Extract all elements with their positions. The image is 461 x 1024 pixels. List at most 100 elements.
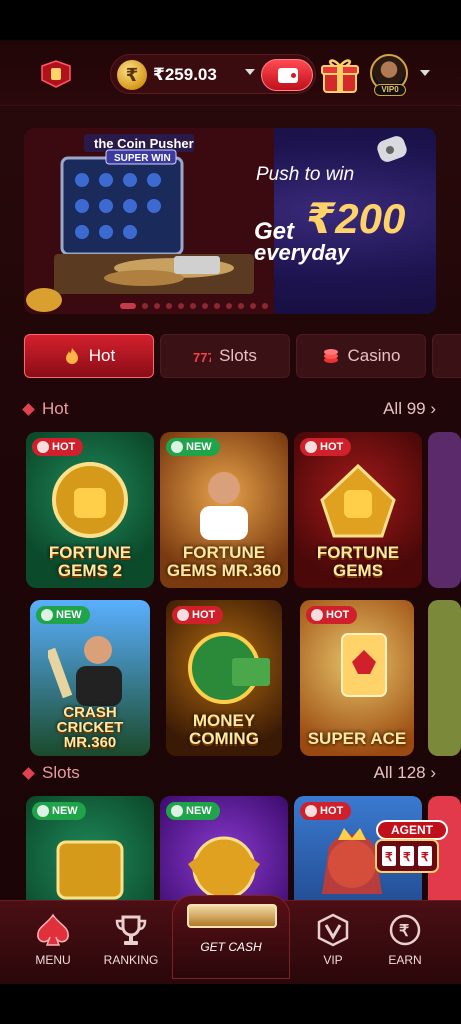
coin-pusher-machine-image: the Coin Pusher SUPER WIN xyxy=(24,128,274,314)
pagination-dot[interactable] xyxy=(166,303,172,309)
flame-icon xyxy=(65,348,78,364)
system-navigation-bar xyxy=(0,984,461,1024)
tab-label: Casino xyxy=(347,346,401,365)
banner-headline: Push to win xyxy=(256,164,355,185)
svg-text:₹: ₹ xyxy=(399,923,409,940)
pagination-dot[interactable] xyxy=(154,303,160,309)
game-card-partial[interactable] xyxy=(428,600,461,756)
game-card[interactable]: HOT MONEY COMING xyxy=(166,600,282,756)
agent-label: AGENT xyxy=(376,820,448,840)
pagination-dot[interactable] xyxy=(202,303,208,309)
new-badge: NEW xyxy=(166,802,220,820)
status-bar xyxy=(0,0,461,40)
gift-icon[interactable] xyxy=(320,56,360,94)
svg-text:SUPER WIN: SUPER WIN xyxy=(114,153,171,164)
section-header-hot: Hot All 99 › xyxy=(22,398,436,422)
car-key-icon xyxy=(377,136,407,162)
banner-everyday-text: everyday xyxy=(254,240,350,265)
vip-crown-icon xyxy=(317,913,349,947)
nav-label: VIP xyxy=(323,953,343,967)
chevron-down-icon[interactable] xyxy=(420,70,430,76)
game-card[interactable]: NEW FORTUNE GEMS MR.360 xyxy=(160,432,288,588)
game-card[interactable]: HOT FORTUNE GEMS xyxy=(294,432,422,588)
diamond-bullet-icon xyxy=(22,767,35,780)
pagination-dot[interactable] xyxy=(190,303,196,309)
pagination-dot[interactable] xyxy=(142,303,148,309)
agent-floating-button[interactable]: AGENT ₹ ₹ ₹ xyxy=(372,816,458,876)
nav-vip[interactable]: VIP xyxy=(298,913,368,977)
app-logo-icon[interactable] xyxy=(38,60,74,88)
game-card[interactable]: HOT SUPER ACE xyxy=(300,600,414,756)
treasure-chest-icon xyxy=(187,904,277,928)
banner-amount: ₹200 xyxy=(306,195,406,242)
golden-mask-image xyxy=(56,840,124,900)
pagination-dot[interactable] xyxy=(238,303,244,309)
section-title: Slots xyxy=(42,763,80,782)
money-wheel-image xyxy=(188,632,270,704)
golden-elephant-image xyxy=(188,836,260,900)
tab-label: Slots xyxy=(219,346,257,365)
game-title: SUPER ACE xyxy=(307,729,407,748)
top-header: ₹ ₹259.03 VIP0 xyxy=(0,40,461,106)
game-title: MONEY COMING xyxy=(189,711,259,748)
wallet-icon xyxy=(278,68,298,83)
tab-label: Hot xyxy=(88,346,116,365)
svg-text:₹: ₹ xyxy=(421,850,429,864)
tab-slots[interactable]: 777 Slots xyxy=(160,334,290,378)
nav-earn[interactable]: ₹ EARN xyxy=(370,913,440,977)
hot-badge: HOT xyxy=(306,606,358,624)
hot-badge: HOT xyxy=(300,438,352,456)
golden-mask-image xyxy=(320,463,396,538)
hot-badge: HOT xyxy=(172,606,224,624)
pagination-dot[interactable] xyxy=(120,303,136,309)
game-title: FORTUNE GEMS 2 xyxy=(48,543,132,580)
new-badge: NEW xyxy=(36,606,90,624)
deposit-button[interactable] xyxy=(261,59,313,91)
nav-get-cash[interactable]: GET CASH xyxy=(172,895,290,979)
wallet-balance-pill[interactable]: ₹ ₹259.03 xyxy=(110,54,316,94)
slot-777-icon: 777 xyxy=(193,350,211,365)
game-card-partial[interactable] xyxy=(428,432,461,588)
nav-ranking[interactable]: RANKING xyxy=(96,913,166,977)
view-all-hot-link[interactable]: All 99 › xyxy=(383,399,436,419)
hot-badge: HOT xyxy=(32,438,84,456)
pagination-dot[interactable] xyxy=(226,303,232,309)
rupee-coin-icon: ₹ xyxy=(389,914,421,946)
game-card[interactable]: HOT FORTUNE GEMS 2 xyxy=(26,432,154,588)
chevron-down-icon[interactable] xyxy=(245,69,255,75)
player-portrait-image xyxy=(200,472,248,540)
slot-machine-icon: ₹ ₹ ₹ xyxy=(375,839,439,873)
svg-text:the Coin Pusher: the Coin Pusher xyxy=(94,136,194,151)
hot-badge: HOT xyxy=(300,802,352,820)
pagination-dot[interactable] xyxy=(178,303,184,309)
nav-menu[interactable]: MENU xyxy=(18,913,88,977)
trophy-icon xyxy=(115,915,147,945)
new-badge: NEW xyxy=(166,438,220,456)
ace-card-image xyxy=(341,633,387,697)
rupee-coin-icon: ₹ xyxy=(117,60,147,90)
pagination-dot[interactable] xyxy=(214,303,220,309)
profile-menu[interactable]: VIP0 xyxy=(368,54,442,96)
svg-text:₹: ₹ xyxy=(403,850,411,864)
game-title: FORTUNE GEMS xyxy=(316,543,400,580)
banner-pagination xyxy=(120,303,268,309)
view-all-slots-link[interactable]: All 128 › xyxy=(374,763,436,783)
tab-casino[interactable]: Casino xyxy=(296,334,426,378)
tab-hot[interactable]: Hot xyxy=(24,334,154,378)
diamond-bullet-icon xyxy=(22,403,35,416)
svg-text:777: 777 xyxy=(193,350,211,365)
spade-icon xyxy=(37,913,69,946)
game-card[interactable]: NEW CRASH CRICKET MR.360 xyxy=(30,600,150,756)
pagination-dot[interactable] xyxy=(262,303,268,309)
casino-chips-icon xyxy=(323,349,338,363)
balance-amount: ₹259.03 xyxy=(153,65,217,84)
pagination-dot[interactable] xyxy=(250,303,256,309)
nav-label: EARN xyxy=(388,953,422,967)
nav-label: GET CASH xyxy=(200,940,262,954)
game-title: CRASH CRICKET MR.360 xyxy=(56,704,124,751)
game-title: FORTUNE GEMS MR.360 xyxy=(166,543,282,580)
section-title: Hot xyxy=(42,399,69,418)
golden-mask-image xyxy=(52,462,128,538)
tab-more[interactable] xyxy=(432,334,461,378)
promo-banner[interactable]: the Coin Pusher SUPER WIN Push to win ₹2… xyxy=(24,128,436,314)
